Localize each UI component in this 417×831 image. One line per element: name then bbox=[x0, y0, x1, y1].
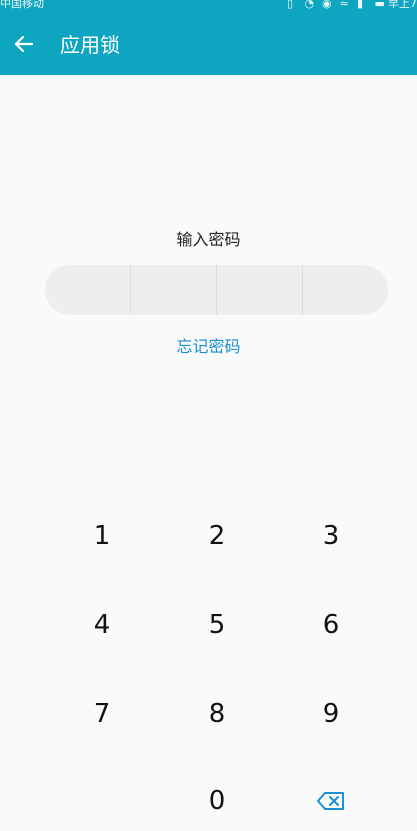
status-icons: ▯ ◔ ◉ ≈ ▮ ▬ bbox=[283, 0, 385, 9]
vibrate-icon: ▯ bbox=[287, 0, 294, 10]
battery-icon: ▬ bbox=[374, 0, 385, 10]
forgot-password-link[interactable]: 忘记密码 bbox=[0, 333, 417, 357]
pin-digit-4 bbox=[303, 265, 388, 315]
signal-icon: ▮ bbox=[357, 0, 364, 10]
app-bar: 应用锁 bbox=[0, 14, 417, 75]
time-label: 早上7 bbox=[388, 0, 417, 10]
status-bar: 中国移动 ▯ ◔ ◉ ≈ ▮ ▬ 早上7 bbox=[0, 0, 417, 14]
carrier-label: 中国移动 bbox=[0, 0, 44, 10]
pin-digit-1 bbox=[45, 265, 131, 315]
wifi-icon: ≈ bbox=[339, 0, 349, 10]
key-2[interactable]: 2 bbox=[162, 506, 272, 566]
alarm-icon: ◔ bbox=[304, 0, 315, 10]
key-1[interactable]: 1 bbox=[47, 506, 157, 566]
status-right: ▯ ◔ ◉ ≈ ▮ ▬ 早上7 bbox=[283, 0, 417, 9]
pin-digit-2 bbox=[131, 265, 217, 315]
arrow-left-icon bbox=[14, 35, 34, 53]
key-4[interactable]: 4 bbox=[47, 595, 157, 655]
key-5[interactable]: 5 bbox=[162, 595, 272, 655]
key-9[interactable]: 9 bbox=[276, 684, 386, 744]
password-prompt: 输入密码 bbox=[176, 230, 241, 249]
eye-icon: ◉ bbox=[322, 0, 332, 10]
key-3[interactable]: 3 bbox=[276, 506, 386, 566]
page-title: 应用锁 bbox=[60, 33, 120, 57]
pin-digit-3 bbox=[217, 265, 303, 315]
key-6[interactable]: 6 bbox=[276, 595, 386, 655]
pin-input[interactable] bbox=[45, 265, 388, 315]
delete-button[interactable] bbox=[276, 776, 386, 826]
key-8[interactable]: 8 bbox=[162, 684, 272, 744]
backspace-icon bbox=[317, 792, 344, 810]
back-button[interactable] bbox=[8, 28, 40, 60]
key-0[interactable]: 0 bbox=[162, 771, 272, 831]
key-7[interactable]: 7 bbox=[47, 684, 157, 744]
